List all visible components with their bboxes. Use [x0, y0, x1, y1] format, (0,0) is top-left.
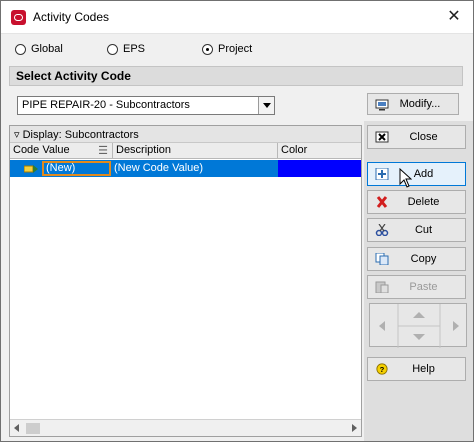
delete-icon — [376, 196, 388, 208]
cut-button[interactable]: Cut — [367, 218, 466, 242]
radio-dot — [15, 43, 26, 55]
scope-radio-group: Global EPS Project — [9, 38, 461, 62]
copy-button[interactable]: Copy — [367, 247, 466, 271]
radio-eps[interactable]: EPS — [107, 43, 145, 55]
svg-text:?: ? — [380, 365, 385, 374]
section-header: Select Activity Code — [9, 66, 463, 86]
activity-code-select[interactable]: PIPE REPAIR-20 - Subcontractors — [17, 96, 275, 115]
col-header-label: Code Value — [13, 144, 70, 156]
radio-label: Global — [31, 43, 63, 55]
radio-global[interactable]: Global — [15, 43, 63, 55]
modify-icon — [375, 99, 389, 111]
close-icon[interactable]: ✕ — [439, 5, 469, 29]
radio-dot-selected — [202, 43, 213, 55]
title-bar: Activity Codes ✕ — [1, 1, 473, 34]
activity-codes-dialog: Activity Codes ✕ Global EPS Project Sele… — [0, 0, 474, 442]
add-button[interactable]: Add — [367, 162, 466, 186]
move-down-icon[interactable] — [413, 334, 425, 340]
grid-display-bar[interactable]: ▿ Display: Subcontractors — [10, 126, 361, 143]
mouse-cursor-icon — [399, 168, 412, 188]
grid-header: Code Value ☰ Description Color — [10, 143, 361, 159]
cell-color-swatch[interactable] — [278, 160, 361, 177]
horizontal-scrollbar[interactable] — [10, 419, 361, 436]
oracle-app-icon — [11, 10, 26, 25]
radio-label: Project — [218, 43, 253, 55]
window-title: Activity Codes — [33, 10, 110, 24]
display-label: Display: Subcontractors — [22, 129, 139, 141]
code-value-grid: ▿ Display: Subcontractors Code Value ☰ D… — [9, 125, 362, 437]
scroll-thumb[interactable] — [26, 423, 40, 434]
move-right-icon[interactable] — [453, 321, 459, 331]
scroll-left-icon[interactable] — [14, 424, 19, 432]
paste-icon — [375, 281, 389, 293]
radio-dot — [107, 43, 118, 55]
modify-button[interactable]: Modify... — [367, 93, 459, 115]
help-icon: ? — [376, 363, 388, 375]
col-header-description[interactable]: Description — [113, 143, 278, 159]
move-nav-control — [369, 303, 467, 348]
col-header-code-value[interactable]: Code Value ☰ — [10, 143, 113, 159]
table-row[interactable]: (New) (New Code Value) — [10, 160, 361, 177]
col-header-color[interactable]: Color — [278, 143, 361, 159]
select-value: PIPE REPAIR-20 - Subcontractors — [22, 99, 190, 111]
nav-arrows — [379, 304, 459, 348]
copy-icon — [375, 253, 389, 265]
close-button[interactable]: Close — [367, 125, 466, 149]
row-code-icon — [24, 165, 38, 173]
help-button[interactable]: ? Help — [367, 357, 466, 381]
code-value-edit[interactable]: (New) — [42, 161, 111, 176]
radio-label: EPS — [123, 43, 146, 55]
scroll-right-icon[interactable] — [352, 424, 357, 432]
paste-button[interactable]: Paste — [367, 275, 466, 299]
cell-code-value[interactable]: (New) — [12, 161, 113, 176]
chevron-down-icon: ▿ — [14, 129, 23, 141]
radio-project[interactable]: Project — [202, 43, 252, 55]
chevron-down-icon[interactable] — [258, 97, 274, 114]
delete-button[interactable]: Delete — [367, 190, 466, 214]
cell-description[interactable]: (New Code Value) — [114, 162, 278, 174]
close-window-icon — [375, 131, 389, 143]
add-icon — [375, 168, 389, 180]
move-left-icon[interactable] — [379, 321, 385, 331]
cut-icon — [375, 224, 389, 236]
sort-icon[interactable]: ☰ — [98, 144, 108, 157]
move-up-icon[interactable] — [413, 312, 425, 318]
